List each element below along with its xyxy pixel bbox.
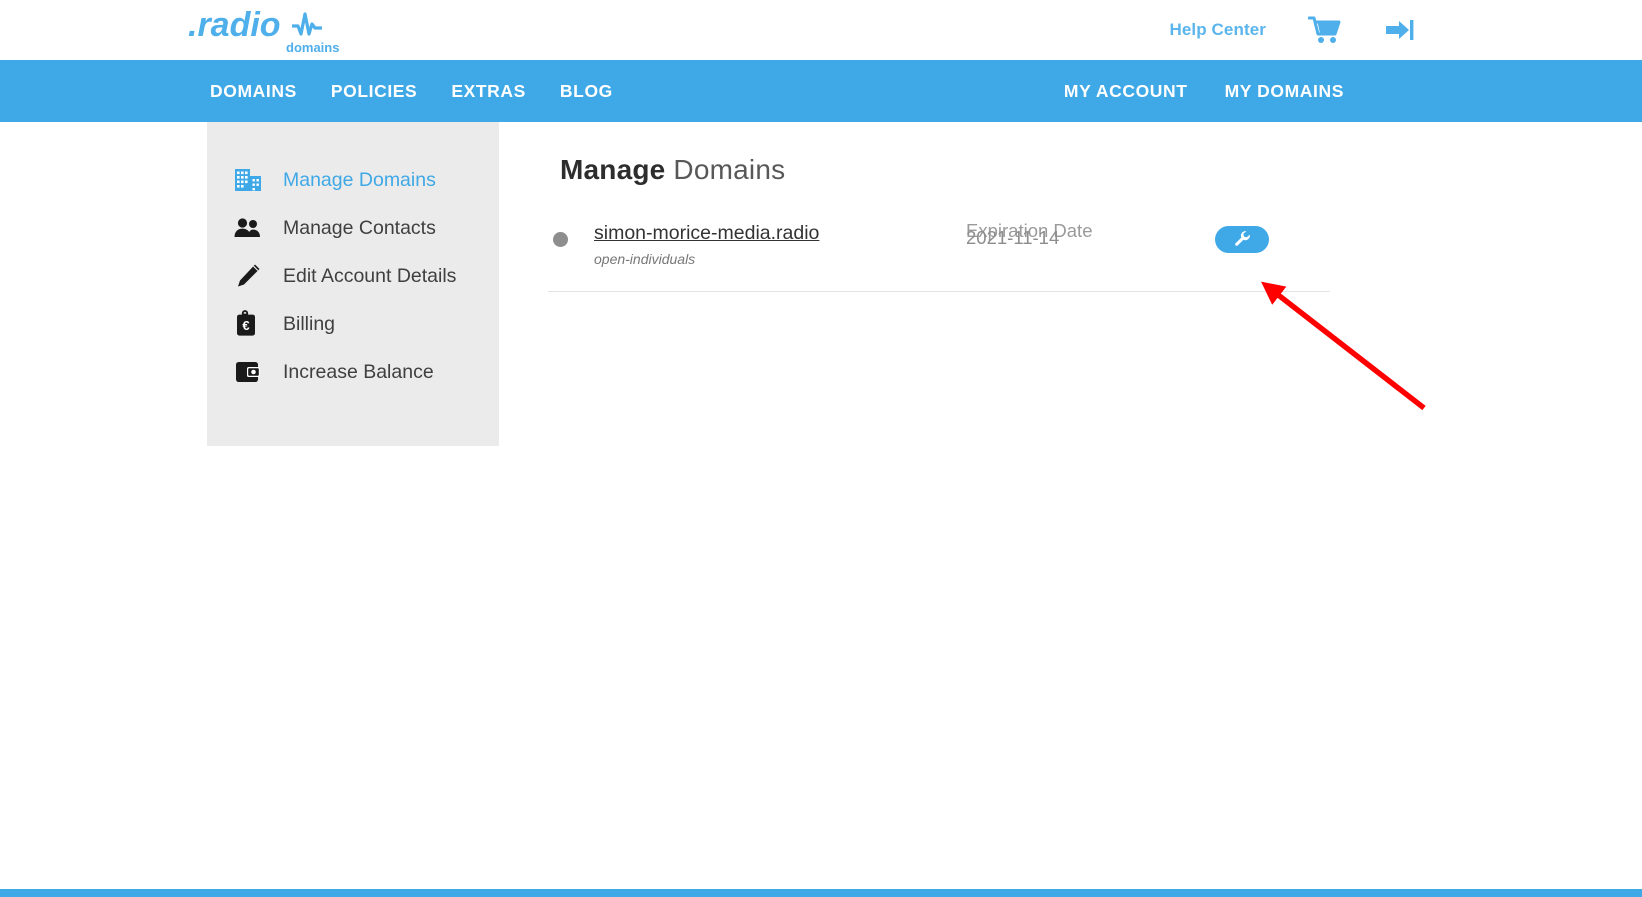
domain-name-link[interactable]: simon-morice-media.radio xyxy=(594,222,819,245)
site-header: .radio domains Help Center xyxy=(0,0,1642,60)
nav-item-my-domains[interactable]: MY DOMAINS xyxy=(1223,77,1346,106)
table-row: simon-morice-media.radio open-individual… xyxy=(548,220,1330,292)
sidebar-item-edit-account-details[interactable]: Edit Account Details xyxy=(207,252,499,300)
page-title: Manage Domains xyxy=(560,154,1348,186)
sidebar-item-increase-balance[interactable]: Increase Balance xyxy=(207,348,499,396)
header-actions: Help Center xyxy=(1169,0,1414,60)
euro-tag-icon: € xyxy=(234,309,268,339)
svg-text:domains: domains xyxy=(286,40,339,55)
status-badge xyxy=(553,232,568,247)
sidebar-item-label: Manage Contacts xyxy=(283,216,436,239)
wrench-icon xyxy=(1234,230,1251,250)
sidebar-item-manage-domains[interactable]: Manage Domains xyxy=(207,156,499,204)
domain-category-label: open-individuals xyxy=(594,251,696,267)
shopping-cart-icon[interactable] xyxy=(1308,15,1342,45)
manage-domain-wrench-button[interactable] xyxy=(1215,226,1269,253)
nav-left-group: DOMAINS POLICIES EXTRAS BLOG xyxy=(208,60,615,122)
main-content: Manage Domains Expiration Date simon-mor… xyxy=(548,122,1348,292)
page-body: Manage Domains Manage Contacts Edit Acco… xyxy=(0,122,1642,897)
building-icon xyxy=(234,165,268,195)
domains-table: Expiration Date simon-morice-media.radio… xyxy=(548,220,1330,292)
people-icon xyxy=(234,213,268,243)
nav-right-group: MY ACCOUNT MY DOMAINS xyxy=(1062,60,1346,122)
nav-item-extras[interactable]: EXTRAS xyxy=(449,77,528,106)
sidebar-item-billing[interactable]: € Billing xyxy=(207,300,499,348)
sign-in-icon[interactable] xyxy=(1384,16,1414,44)
nav-item-policies[interactable]: POLICIES xyxy=(329,77,419,106)
page-title-bold: Manage xyxy=(560,154,666,185)
help-center-link[interactable]: Help Center xyxy=(1169,20,1266,40)
sidebar-item-manage-contacts[interactable]: Manage Contacts xyxy=(207,204,499,252)
nav-item-my-account[interactable]: MY ACCOUNT xyxy=(1062,77,1190,106)
domain-expiration-date: 2021-11-14 xyxy=(966,227,1060,248)
main-navigation: DOMAINS POLICIES EXTRAS BLOG MY ACCOUNT … xyxy=(0,60,1642,122)
sidebar-item-label: Manage Domains xyxy=(283,168,436,191)
page-title-light: Domains xyxy=(665,154,786,185)
wallet-icon xyxy=(234,357,268,387)
svg-text:€: € xyxy=(242,318,249,333)
site-logo[interactable]: .radio domains xyxy=(188,4,358,58)
nav-item-blog[interactable]: BLOG xyxy=(558,77,615,106)
sidebar-item-label: Billing xyxy=(283,312,336,335)
nav-item-domains[interactable]: DOMAINS xyxy=(208,77,299,106)
account-sidebar: Manage Domains Manage Contacts Edit Acco… xyxy=(207,122,499,446)
pencil-icon xyxy=(234,261,268,291)
svg-text:.radio: .radio xyxy=(188,6,281,44)
footer-accent-bar xyxy=(0,889,1642,897)
sidebar-item-label: Edit Account Details xyxy=(283,264,457,287)
sidebar-item-label: Increase Balance xyxy=(283,360,434,383)
